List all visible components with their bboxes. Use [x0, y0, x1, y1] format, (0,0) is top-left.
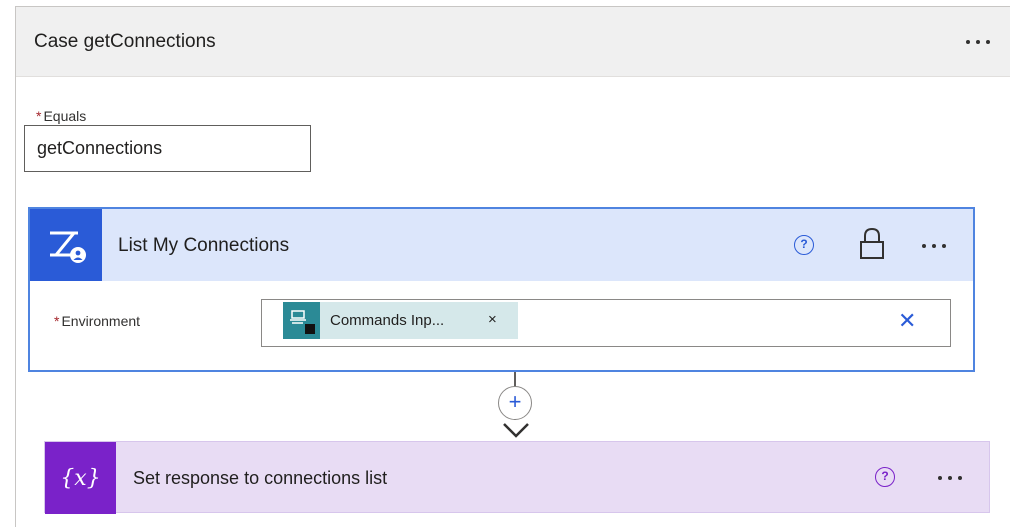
list-my-connections-title: List My Connections — [118, 235, 290, 256]
set-variable-card[interactable]: {x} Set response to connections list ? — [44, 441, 990, 514]
lock-icon[interactable] — [858, 227, 886, 266]
add-step-button[interactable]: + — [498, 386, 532, 420]
help-icon[interactable]: ? — [794, 235, 814, 255]
list-connections-icon — [30, 209, 102, 281]
list-more-options-icon[interactable] — [922, 244, 946, 248]
variable-more-options-icon[interactable] — [938, 476, 962, 480]
variable-icon: {x} — [45, 442, 116, 514]
environment-token-label: Commands Inp... — [330, 312, 445, 329]
equals-label: * Equals — [36, 108, 86, 124]
environment-label: * Environment — [54, 313, 140, 329]
help-icon[interactable]: ? — [875, 467, 895, 487]
environment-icon — [283, 302, 320, 339]
required-marker: * — [36, 108, 42, 124]
remove-token-icon[interactable]: × — [488, 311, 497, 328]
case-more-options-icon[interactable] — [966, 40, 990, 44]
required-marker: * — [54, 313, 60, 329]
list-my-connections-header[interactable]: List My Connections ? — [30, 209, 973, 281]
environment-input[interactable]: Commands Inp... × ✕ — [261, 299, 951, 347]
clear-icon[interactable]: ✕ — [898, 310, 916, 332]
case-title: Case getConnections — [34, 31, 216, 52]
equals-label-text: Equals — [43, 108, 87, 124]
case-header[interactable]: Case getConnections — [16, 7, 1010, 77]
set-variable-title: Set response to connections list — [133, 468, 388, 488]
environment-label-text: Environment — [61, 313, 141, 329]
list-my-connections-card: List My Connections ? * Environment Comm… — [28, 207, 975, 372]
equals-input[interactable]: getConnections — [24, 125, 311, 172]
environment-token[interactable]: Commands Inp... × — [283, 302, 518, 339]
